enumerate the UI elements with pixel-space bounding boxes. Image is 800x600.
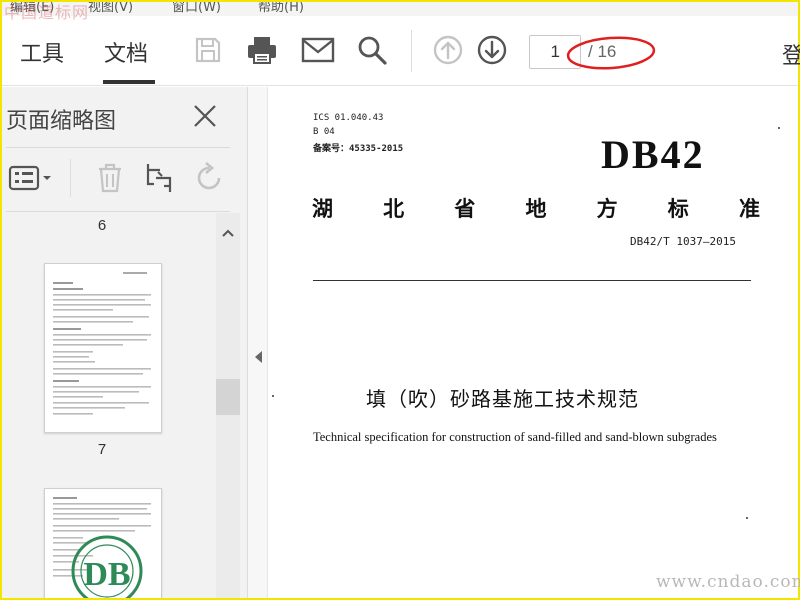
rotate-icon (197, 162, 221, 190)
authority-char: 湖 (312, 196, 333, 221)
scan-speck (746, 517, 748, 519)
crop-icon (146, 164, 172, 192)
chevron-up-icon[interactable] (220, 225, 236, 241)
print-button[interactable] (244, 32, 280, 68)
printer-icon (248, 37, 276, 64)
tab-tools[interactable]: 工具 (20, 36, 64, 68)
issuing-authority: 湖 北 省 地 方 标 准 (312, 193, 760, 223)
page-thumbnail[interactable]: DB (44, 488, 162, 598)
sign-in-button[interactable]: 登 (782, 38, 800, 70)
authority-char: 标 (667, 196, 689, 221)
filing-number: 备案号：45335-2015 (313, 144, 404, 154)
document-title-chinese: 填（吹）砂路基施工技术规范 (366, 387, 639, 411)
authority-char: 北 (383, 196, 405, 221)
classification-code: B 04 (313, 127, 335, 137)
save-button[interactable] (190, 32, 226, 68)
authority-char: 地 (525, 196, 547, 221)
standard-prefix: DB42 (601, 132, 705, 177)
authority-char: 准 (738, 196, 760, 221)
search-icon (358, 36, 387, 65)
sidebar-divider (6, 147, 230, 148)
list-options-icon (8, 165, 51, 191)
thumbnail-list: 6 7 DB (2, 213, 216, 598)
ics-code: ICS 01.040.43 (313, 113, 384, 123)
previous-page-button[interactable] (430, 32, 466, 68)
active-tab-indicator (103, 80, 155, 84)
authority-char: 省 (454, 196, 476, 221)
rotate-page-button[interactable] (192, 161, 226, 195)
next-page-button[interactable] (474, 32, 510, 68)
sidebar-scrollbar[interactable] (216, 213, 240, 598)
header-rule (313, 280, 751, 281)
red-annotation-ellipse (566, 36, 656, 70)
sidebar-collapse-strip[interactable] (248, 87, 268, 598)
search-button[interactable] (354, 32, 390, 68)
delete-page-button[interactable] (93, 161, 127, 195)
thumbnail-page-number: 7 (97, 441, 107, 458)
thumbnail-page-number: 6 (97, 217, 107, 234)
page-thumbnail[interactable] (44, 263, 162, 433)
page-text-preview (53, 272, 151, 415)
sidebar-tool-divider (70, 159, 71, 197)
email-button[interactable] (300, 32, 336, 68)
menu-help[interactable]: 帮助(H) (258, 2, 304, 15)
tab-document[interactable]: 文档 (104, 36, 148, 68)
close-icon (194, 105, 216, 127)
standard-number: DB42/T 1037—2015 (630, 235, 736, 248)
authority-char: 方 (596, 196, 618, 221)
page-text-preview: DB (53, 497, 151, 598)
menu-view[interactable]: 视图(V) (88, 2, 133, 15)
menu-window[interactable]: 窗口(W) (172, 2, 221, 15)
close-sidebar-button[interactable] (192, 103, 218, 129)
arrow-down-circle-icon (477, 35, 507, 65)
scan-speck (778, 127, 780, 129)
trash-icon (99, 163, 121, 193)
menu-bar: 编辑(E) 视图(V) 窗口(W) 帮助(H) (2, 2, 798, 16)
crop-page-button[interactable] (142, 161, 176, 195)
site-watermark-top: 中国道标网 (4, 3, 90, 22)
thumbnail-options-button[interactable] (8, 161, 54, 195)
sidebar-title: 页面缩略图 (6, 109, 117, 134)
save-icon (195, 37, 221, 63)
main-toolbar: 工具 文档 1 / 16 登 (2, 16, 800, 86)
toolbar-divider (411, 30, 412, 72)
document-page-view: ICS 01.040.43 B 04 备案号：45335-2015 DB42 湖… (268, 87, 798, 598)
thumbnail-sidebar: 页面缩略图 6 7 DB (2, 87, 248, 598)
site-watermark-bottom: www.cndao.com (656, 572, 800, 592)
svg-text:DB: DB (83, 556, 130, 593)
document-title-english: Technical specification for construction… (313, 430, 717, 444)
sidebar-divider (6, 211, 230, 212)
arrow-up-circle-icon (433, 35, 463, 65)
scan-speck (272, 395, 274, 397)
collapse-left-icon[interactable] (252, 349, 264, 365)
envelope-icon (301, 37, 335, 63)
scrollbar-thumb[interactable] (216, 379, 240, 415)
